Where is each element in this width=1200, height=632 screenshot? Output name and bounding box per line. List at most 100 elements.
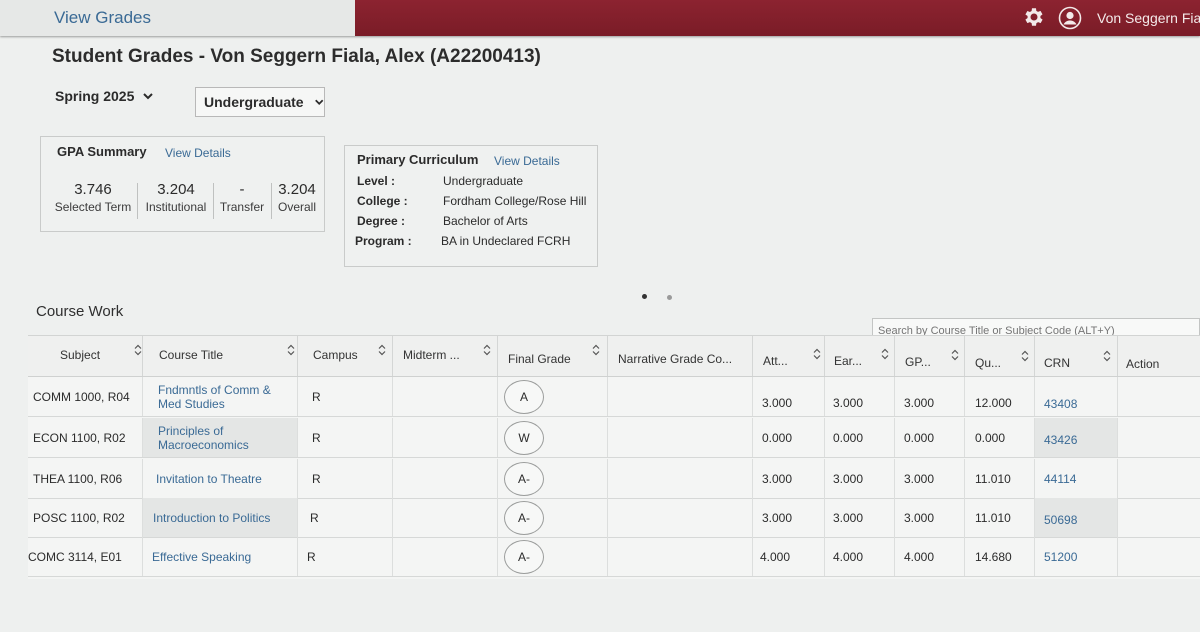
- column-header-narrative-grade[interactable]: Narrative Grade Co...: [608, 336, 753, 376]
- term-dropdown[interactable]: Spring 2025: [55, 88, 154, 104]
- sort-icon[interactable]: [134, 344, 142, 356]
- top-header-bar: View Grades Von Seggern Fiala,: [0, 0, 1200, 36]
- crn-cell[interactable]: 50698: [1035, 498, 1118, 537]
- pager-dot[interactable]: [667, 295, 672, 300]
- table-row[interactable]: THEA 1100, R06 Invitation to Theatre R A…: [28, 459, 1200, 499]
- sort-icon[interactable]: [813, 348, 821, 360]
- final-grade-badge[interactable]: A-: [504, 461, 544, 496]
- sort-icon[interactable]: [1021, 350, 1029, 362]
- narrative-cell: [608, 537, 753, 576]
- quality-points-cell: 0.000: [965, 418, 1035, 457]
- user-avatar-icon[interactable]: [1058, 6, 1082, 30]
- pager-dot-active[interactable]: [642, 294, 647, 299]
- row-value: BA in Undeclared FCRH: [441, 234, 571, 248]
- subject-cell: COMC 3114, E01: [28, 537, 143, 576]
- action-cell: [1118, 537, 1200, 576]
- divider: [213, 183, 214, 219]
- app-title[interactable]: View Grades: [54, 8, 151, 28]
- sort-icon[interactable]: [951, 349, 959, 361]
- column-header-subject[interactable]: Subject: [28, 336, 143, 376]
- sort-icon[interactable]: [378, 344, 386, 356]
- page-title: Student Grades - Von Seggern Fiala, Alex…: [52, 46, 541, 67]
- course-title-cell[interactable]: Principles of Macroeconomics: [143, 418, 298, 457]
- final-grade-cell: W: [498, 418, 608, 457]
- level-dropdown[interactable]: Undergraduate: [195, 87, 325, 117]
- table-row[interactable]: COMM 1000, R04 Fndmntls of Comm & Med St…: [28, 377, 1200, 417]
- course-title-cell[interactable]: Invitation to Theatre: [143, 459, 298, 498]
- primary-curriculum-card: Primary Curriculum View Details Level : …: [344, 145, 598, 267]
- midterm-cell: [393, 377, 498, 416]
- course-title-cell[interactable]: Introduction to Politics: [143, 498, 298, 537]
- gear-icon[interactable]: [1022, 5, 1046, 29]
- quality-points-cell: 12.000: [965, 377, 1035, 416]
- narrative-cell: [608, 459, 753, 498]
- sort-icon[interactable]: [483, 344, 491, 356]
- earned-cell: 3.000: [825, 377, 895, 416]
- sort-icon[interactable]: [287, 344, 295, 356]
- midterm-cell: [393, 418, 498, 457]
- crn-cell[interactable]: 44114: [1035, 459, 1118, 498]
- gpa-summary-title: GPA Summary: [57, 144, 147, 159]
- campus-cell: R: [298, 537, 393, 576]
- gpa-hours-cell: 4.000: [895, 537, 965, 576]
- column-header-midterm[interactable]: Midterm ...: [393, 336, 498, 376]
- user-name[interactable]: Von Seggern Fiala,: [1097, 10, 1200, 26]
- level-value: Undergraduate: [204, 94, 304, 110]
- chevron-down-icon: [143, 93, 154, 100]
- campus-cell: R: [298, 459, 393, 498]
- column-header-final-grade[interactable]: Final Grade: [498, 336, 608, 376]
- narrative-cell: [608, 418, 753, 457]
- quality-points-cell: 11.010: [965, 459, 1035, 498]
- gpa-value: 3.204: [278, 181, 316, 198]
- gpa-label: Selected Term: [54, 200, 132, 214]
- gpa-view-details-link[interactable]: View Details: [165, 146, 231, 160]
- final-grade-cell: A-: [498, 537, 608, 576]
- curriculum-view-details-link[interactable]: View Details: [494, 154, 560, 168]
- column-header-attempted[interactable]: Att...: [753, 336, 825, 376]
- sort-icon[interactable]: [1103, 350, 1111, 362]
- gpa-label: Overall: [277, 200, 316, 214]
- row-key: Degree :: [357, 214, 406, 228]
- course-title-cell[interactable]: Fndmntls of Comm & Med Studies: [143, 377, 298, 416]
- gpa-value: 3.204: [157, 181, 195, 198]
- column-header-earned[interactable]: Ear...: [825, 336, 895, 376]
- course-work-title: Course Work: [36, 303, 124, 320]
- attempted-cell: 0.000: [753, 418, 825, 457]
- column-header-campus[interactable]: Campus: [298, 336, 393, 376]
- column-header-crn[interactable]: CRN: [1035, 336, 1118, 376]
- table-row[interactable]: ECON 1100, R02 Principles of Macroeconom…: [28, 418, 1200, 458]
- final-grade-cell: A: [498, 377, 608, 416]
- crn-cell[interactable]: 43408: [1035, 377, 1118, 416]
- column-header-quality-points[interactable]: Qu...: [965, 336, 1035, 376]
- gpa-value: 3.746: [74, 181, 112, 198]
- column-header-gpa-hours[interactable]: GP...: [895, 336, 965, 376]
- course-title-cell[interactable]: Effective Speaking: [143, 537, 298, 576]
- midterm-cell: [393, 498, 498, 537]
- row-key: Level :: [357, 174, 396, 188]
- final-grade-badge[interactable]: A-: [504, 539, 544, 574]
- gpa-institutional: 3.204 Institutional: [141, 181, 211, 214]
- table-row[interactable]: COMC 3114, E01 Effective Speaking R A- 4…: [28, 537, 1200, 577]
- subject-cell: THEA 1100, R06: [28, 459, 143, 498]
- crn-cell[interactable]: 43426: [1035, 418, 1118, 457]
- sort-icon[interactable]: [592, 344, 600, 356]
- final-grade-badge[interactable]: W: [504, 420, 544, 455]
- final-grade-cell: A-: [498, 459, 608, 498]
- earned-cell: 4.000: [825, 537, 895, 576]
- final-grade-badge[interactable]: A-: [504, 500, 544, 535]
- action-cell: [1118, 498, 1200, 537]
- action-cell: [1118, 377, 1200, 416]
- row-value: Bachelor of Arts: [443, 214, 528, 228]
- final-grade-badge[interactable]: A: [504, 379, 544, 414]
- table-row[interactable]: POSC 1100, R02 Introduction to Politics …: [28, 498, 1200, 538]
- crn-cell[interactable]: 51200: [1035, 537, 1118, 576]
- column-header-course-title[interactable]: Course Title: [143, 336, 298, 376]
- final-grade-cell: A-: [498, 498, 608, 537]
- sort-icon[interactable]: [881, 348, 889, 360]
- gpa-selected-term: 3.746 Selected Term: [53, 181, 133, 214]
- gpa-transfer: - Transfer: [217, 181, 267, 214]
- narrative-cell: [608, 498, 753, 537]
- gpa-label: Transfer: [219, 200, 265, 214]
- gpa-hours-cell: 0.000: [895, 418, 965, 457]
- gpa-hours-cell: 3.000: [895, 459, 965, 498]
